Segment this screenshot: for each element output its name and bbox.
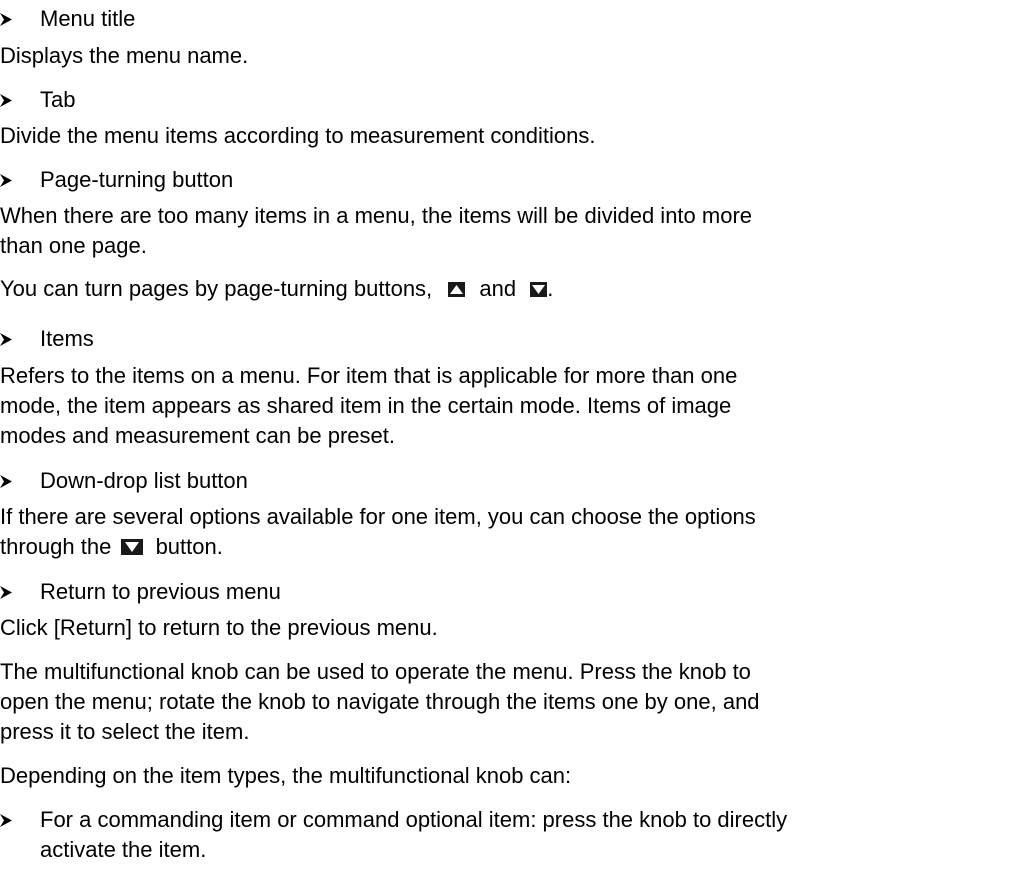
text-segment: button. — [155, 534, 223, 559]
bullet-label: Down-drop list button — [40, 468, 248, 493]
paragraph-page-turn: You can turn pages by page-turning butto… — [0, 274, 553, 304]
bullet-label: Return to previous menu — [40, 579, 281, 604]
bullet-label: Page-turning button — [40, 167, 234, 192]
right-arrowhead-icon — [0, 85, 20, 115]
page-up-icon — [448, 282, 466, 297]
bullet-label: Menu title — [40, 6, 136, 31]
right-arrowhead-icon — [0, 324, 20, 354]
paragraph: If there are several options available f… — [0, 504, 756, 529]
text-segment: through the — [0, 534, 112, 559]
paragraph: Refers to the items on a menu. For item … — [0, 363, 738, 388]
bullet-label: Items — [40, 326, 94, 351]
paragraph: open the menu; rotate the knob to naviga… — [0, 689, 760, 714]
text-segment: . — [547, 276, 554, 301]
paragraph: The multifunctional knob can be used to … — [0, 659, 751, 684]
paragraph: modes and measurement can be preset. — [0, 423, 396, 448]
paragraph: Depending on the item types, the multifu… — [0, 763, 572, 788]
paragraph: mode, the item appears as shared item in… — [0, 393, 732, 418]
right-arrowhead-icon — [0, 805, 20, 835]
text-segment: and — [479, 276, 517, 301]
paragraph: Divide the menu items according to measu… — [0, 123, 596, 148]
right-arrowhead-icon — [0, 165, 20, 195]
right-arrowhead-icon — [0, 466, 20, 496]
document-page: Menu title Displays the menu name. Tab D… — [0, 0, 1016, 870]
right-arrowhead-icon — [0, 4, 20, 34]
paragraph: When there are too many items in a menu,… — [0, 203, 753, 228]
paragraph-dropdown: through the button. — [0, 532, 223, 562]
paragraph: than one page. — [0, 233, 147, 258]
bullet-label: For a commanding item or command optiona… — [40, 807, 788, 832]
text-segment: You can turn pages by page-turning butto… — [0, 276, 433, 301]
page-down-icon — [530, 282, 548, 297]
bullet-label: Tab — [40, 87, 76, 112]
paragraph: press it to select the item. — [0, 719, 250, 744]
paragraph-indented: activate the item. — [40, 837, 207, 862]
right-arrowhead-icon — [0, 577, 20, 607]
paragraph: Displays the menu name. — [0, 43, 249, 68]
paragraph: Click [Return] to return to the previous… — [0, 615, 438, 640]
dropdown-arrow-icon — [121, 539, 144, 555]
